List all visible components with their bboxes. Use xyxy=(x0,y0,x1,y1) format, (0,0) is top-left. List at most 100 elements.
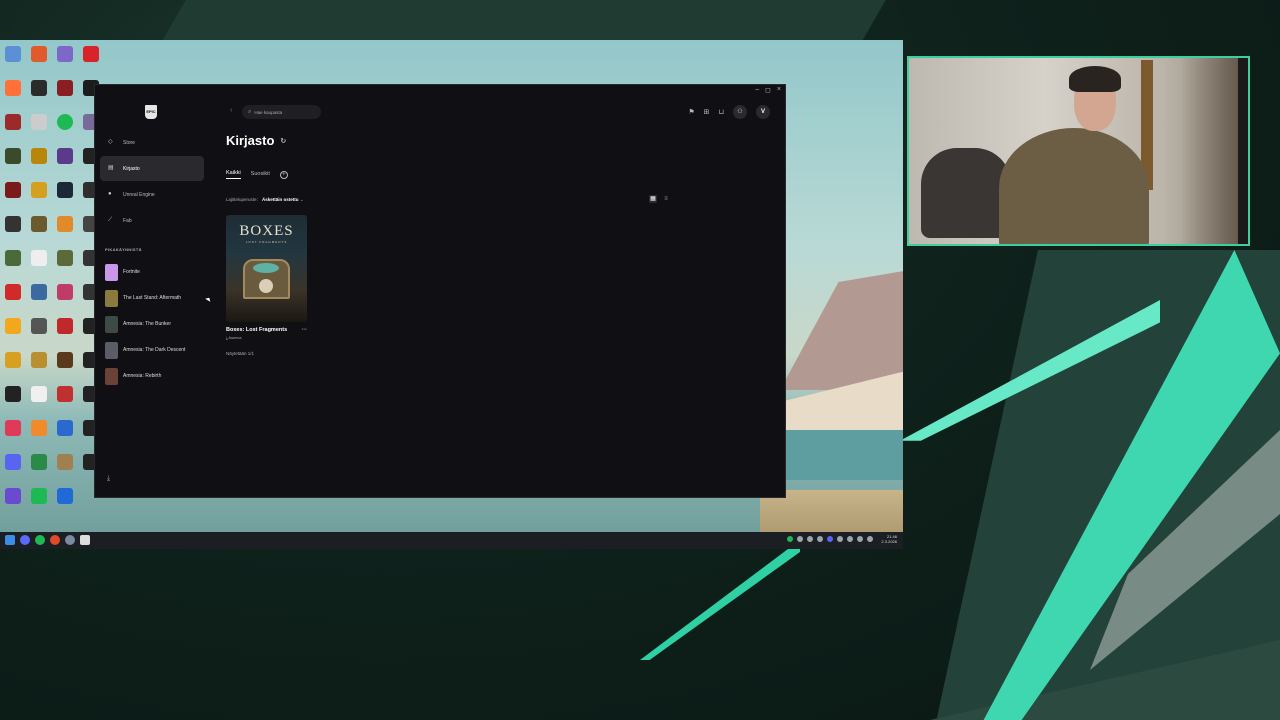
desktop-icon[interactable] xyxy=(26,112,52,146)
taskbar-app-icon[interactable] xyxy=(20,535,30,545)
desktop-icon[interactable] xyxy=(0,486,26,520)
list-view-icon[interactable]: ≡ xyxy=(662,195,670,203)
desktop-icon[interactable] xyxy=(26,384,52,418)
sidebar-item-library[interactable]: ▤ Kirjasto xyxy=(100,156,204,181)
gift-icon[interactable]: ⊞ xyxy=(704,108,710,116)
desktop-icon[interactable] xyxy=(52,282,78,316)
quick-launch-item[interactable]: Amnesia: The Bunker xyxy=(105,311,205,337)
tray-icon[interactable] xyxy=(837,536,844,542)
refresh-icon[interactable]: ↻ xyxy=(280,137,286,145)
quick-launch-item[interactable]: Fortnite xyxy=(105,259,205,285)
desktop-icon[interactable] xyxy=(52,486,78,520)
desktop-icon[interactable] xyxy=(26,316,52,350)
desktop-icon[interactable] xyxy=(52,180,78,214)
start-icon[interactable] xyxy=(5,535,15,545)
desktop-icon[interactable] xyxy=(26,282,52,316)
search-input[interactable] xyxy=(254,109,315,115)
desktop-icon[interactable] xyxy=(0,146,26,180)
wallpaper-lake xyxy=(780,430,903,480)
desktop-icon[interactable] xyxy=(0,316,26,350)
minimize-button[interactable]: ‒ xyxy=(755,86,759,94)
taskbar-app-icon[interactable] xyxy=(50,535,60,545)
quick-launch-label: Amnesia: The Bunker xyxy=(123,321,171,327)
more-options-icon[interactable]: ··· xyxy=(302,327,308,333)
desktop-icon[interactable] xyxy=(26,418,52,452)
quick-launch-item[interactable]: Amnesia: Rebirth xyxy=(105,363,205,389)
desktop-icon[interactable] xyxy=(52,214,78,248)
sort-label: Lajitteluperuste: xyxy=(226,197,258,202)
desktop-icon[interactable] xyxy=(26,350,52,384)
sidebar-nav: ◇ Store ▤ Kirjasto ● Unreal Engine ⟋ Fab xyxy=(100,130,204,234)
tray-icon[interactable] xyxy=(867,536,874,542)
quick-launch-item[interactable]: Amnesia: The Dark Descent xyxy=(105,337,205,363)
sort-control[interactable]: Lajitteluperuste: Äskettäin ostettu ⌄ xyxy=(226,197,304,203)
epic-logo-icon[interactable]: EPIC xyxy=(145,105,157,119)
tray-icon[interactable] xyxy=(847,536,854,542)
game-cover[interactable]: BOXES LOST FRAGMENTS xyxy=(226,215,307,322)
tray-icon[interactable] xyxy=(857,536,864,542)
tray-icon[interactable] xyxy=(817,536,824,542)
tray-icon[interactable] xyxy=(787,536,794,542)
desktop-icon[interactable] xyxy=(26,180,52,214)
install-link[interactable]: ⤓ Asenna xyxy=(226,336,307,340)
desktop-icon[interactable] xyxy=(26,44,52,78)
tab-all[interactable]: Kaikki xyxy=(226,170,241,179)
desktop-icon[interactable] xyxy=(26,248,52,282)
desktop-icon[interactable] xyxy=(52,316,78,350)
quick-launch-item[interactable]: The Last Stand: Aftermath xyxy=(105,285,205,311)
avatar[interactable]: V xyxy=(756,105,770,119)
taskbar-app-icon[interactable] xyxy=(80,535,90,545)
desktop-icon[interactable] xyxy=(0,248,26,282)
desktop-icon[interactable] xyxy=(26,146,52,180)
desktop-icon[interactable] xyxy=(52,44,78,78)
desktop-icon[interactable] xyxy=(0,282,26,316)
desktop-icon[interactable] xyxy=(52,384,78,418)
wishlist-icon[interactable]: ⚑ xyxy=(688,108,694,116)
desktop-icon[interactable] xyxy=(78,44,104,78)
tray-icon[interactable] xyxy=(807,536,814,542)
desktop-icon[interactable] xyxy=(52,452,78,486)
sidebar-item-unreal-engine[interactable]: ● Unreal Engine xyxy=(100,182,204,207)
tray-icon[interactable] xyxy=(797,536,804,542)
desktop-icon[interactable] xyxy=(52,418,78,452)
quick-launch-label: Fortnite xyxy=(123,269,140,275)
desktop-icon[interactable] xyxy=(52,78,78,112)
taskbar-app-icon[interactable] xyxy=(65,535,75,545)
desktop-icon[interactable] xyxy=(0,44,26,78)
tab-favorites[interactable]: Suosikit xyxy=(251,171,270,179)
back-arrow-icon[interactable]: ‹ xyxy=(230,107,232,114)
desktop-icon[interactable] xyxy=(0,350,26,384)
maximize-button[interactable]: ◻ xyxy=(765,86,771,94)
desktop-icon[interactable] xyxy=(0,180,26,214)
view-toggle: ▦ ≡ xyxy=(649,195,670,203)
desktop-icon[interactable] xyxy=(52,350,78,384)
desktop-icon[interactable] xyxy=(26,486,52,520)
desktop-icon[interactable] xyxy=(52,248,78,282)
sidebar-item-fab[interactable]: ⟋ Fab xyxy=(100,208,204,233)
friends-icon[interactable]: ⚇ xyxy=(733,105,747,119)
tray-icon[interactable] xyxy=(827,536,834,542)
taskbar-app-icon[interactable] xyxy=(35,535,45,545)
desktop-icon[interactable] xyxy=(0,452,26,486)
sidebar-item-store[interactable]: ◇ Store xyxy=(100,130,204,155)
downloads-icon[interactable]: ⤓ xyxy=(107,475,110,483)
desktop-icon[interactable] xyxy=(0,78,26,112)
store-search[interactable]: ⌕ xyxy=(242,105,321,119)
download-arrow-icon: ⤓ xyxy=(226,336,228,340)
desktop-icon[interactable] xyxy=(0,418,26,452)
desktop-icon[interactable] xyxy=(52,112,78,146)
add-collection-icon[interactable]: + xyxy=(279,170,288,179)
desktop-icon[interactable] xyxy=(0,384,26,418)
grid-view-icon[interactable]: ▦ xyxy=(649,195,657,203)
desktop-icon[interactable] xyxy=(52,146,78,180)
taskbar-clock[interactable]: 21.46 2.3.2026 xyxy=(881,534,897,544)
desktop-icon[interactable] xyxy=(26,78,52,112)
desktop-icon[interactable] xyxy=(26,214,52,248)
desktop-icon[interactable] xyxy=(0,112,26,146)
desktop-icon[interactable] xyxy=(0,214,26,248)
desktop-icon[interactable] xyxy=(26,452,52,486)
close-button[interactable]: × xyxy=(777,86,781,94)
game-thumbnail xyxy=(105,315,118,333)
game-card[interactable]: BOXES LOST FRAGMENTS Boxes: Lost Fragmen… xyxy=(226,215,307,340)
cart-icon[interactable]: ⊔ xyxy=(719,108,724,116)
